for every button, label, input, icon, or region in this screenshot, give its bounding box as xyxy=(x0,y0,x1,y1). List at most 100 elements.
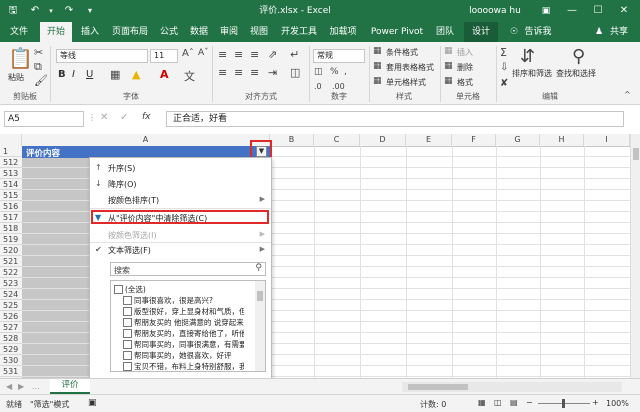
tab-file[interactable]: 文件 xyxy=(4,22,34,42)
maximize-button[interactable]: ☐ xyxy=(586,0,610,22)
phonetic-icon[interactable]: 文 xyxy=(184,68,195,84)
row-header[interactable]: 519 xyxy=(0,234,22,245)
tab-view[interactable]: 视图 xyxy=(246,22,272,42)
page-layout-view-icon[interactable]: ◫ xyxy=(494,398,502,407)
menu-sort-ascending[interactable]: 升序(S) xyxy=(108,163,135,174)
column-header-i[interactable]: I xyxy=(584,134,630,146)
wrap-text-icon[interactable]: ↵ xyxy=(290,48,299,61)
row-header[interactable]: 513 xyxy=(0,168,22,179)
filter-item-checkbox[interactable] xyxy=(123,296,132,305)
column-header-f[interactable]: F xyxy=(452,134,496,146)
horizontal-scroll-thumb[interactable] xyxy=(408,384,468,390)
cut-icon[interactable]: ✂ xyxy=(34,46,43,59)
format-painter-icon[interactable]: 🖌 xyxy=(34,74,48,87)
menu-text-filters[interactable]: 文本筛选(F) xyxy=(108,245,151,256)
column-header-h[interactable]: H xyxy=(540,134,584,146)
filter-item-checkbox[interactable] xyxy=(123,351,132,360)
row-header[interactable]: 527 xyxy=(0,322,22,333)
menu-sort-by-color[interactable]: 按颜色排序(T) xyxy=(108,195,159,206)
paste-label[interactable]: 粘贴 xyxy=(8,72,24,83)
filter-item-checkbox[interactable] xyxy=(114,285,123,294)
column-header-a[interactable]: A xyxy=(22,134,270,146)
comma-icon[interactable]: , xyxy=(344,67,347,77)
sort-filter-button[interactable]: 排序和筛选 xyxy=(512,68,552,79)
filter-search-input[interactable]: 搜索 ⚲ xyxy=(110,262,266,276)
row-header[interactable]: 524 xyxy=(0,289,22,300)
filter-item-checkbox[interactable] xyxy=(123,362,132,371)
tab-developer[interactable]: 开发工具 xyxy=(278,22,320,42)
vertical-scroll-thumb[interactable] xyxy=(633,148,639,160)
sheet-more-icon[interactable]: ... xyxy=(32,382,40,391)
clear-icon[interactable]: ✘ xyxy=(500,78,508,89)
macro-record-icon[interactable]: ▣ xyxy=(88,398,97,408)
align-bottom-icon[interactable]: ≡ xyxy=(250,48,259,61)
italic-button[interactable]: I xyxy=(72,69,75,80)
row-header[interactable]: 515 xyxy=(0,190,22,201)
filter-item-checkbox[interactable] xyxy=(123,329,132,338)
find-select-button[interactable]: 查找和选择 xyxy=(556,68,596,79)
filter-item-checkbox[interactable] xyxy=(123,340,132,349)
undo-icon[interactable]: ↶ xyxy=(28,0,42,22)
filter-item-label[interactable]: 帮同事买的，同事很满意，有需要 xyxy=(134,339,244,350)
tab-page-layout[interactable]: 页面布局 xyxy=(108,22,152,42)
filter-item-label[interactable]: 帮同事买的，她很喜欢，好评 xyxy=(134,350,244,361)
filter-item-checkbox[interactable] xyxy=(123,318,132,327)
zoom-slider-thumb[interactable] xyxy=(562,399,565,408)
sheet-tab-evaluation[interactable]: 评价 xyxy=(50,379,90,394)
tab-insert[interactable]: 插入 xyxy=(76,22,104,42)
row-header[interactable]: 526 xyxy=(0,311,22,322)
row-header[interactable]: 517 xyxy=(0,212,22,223)
row-header[interactable]: 521 xyxy=(0,256,22,267)
zoom-level[interactable]: 100% xyxy=(606,399,629,408)
undo-dropdown-icon[interactable]: ▾ xyxy=(46,0,56,22)
format-as-table-button[interactable]: 套用表格格式 xyxy=(386,62,434,73)
vertical-scrollbar[interactable] xyxy=(630,134,640,378)
redo-icon[interactable]: ↷ xyxy=(62,0,76,22)
column-header-d[interactable]: D xyxy=(360,134,406,146)
row-header[interactable]: 520 xyxy=(0,245,22,256)
tab-formulas[interactable]: 公式 xyxy=(156,22,182,42)
filter-item-label[interactable]: 帮朋友买的，直接寄给他了，听他 xyxy=(134,328,244,339)
formula-input[interactable]: 正合适，好看 xyxy=(166,111,624,127)
tab-data[interactable]: 数据 xyxy=(186,22,212,42)
underline-button[interactable]: U xyxy=(86,69,93,80)
font-name-box[interactable]: 等线 xyxy=(56,49,148,63)
indent-icon[interactable]: ⇥ xyxy=(268,66,277,79)
collapse-ribbon-icon[interactable]: ^ xyxy=(624,90,631,99)
filter-item-label[interactable]: (全选) xyxy=(125,284,245,295)
list-scrollbar[interactable] xyxy=(255,281,265,371)
delete-cells-button[interactable]: 删除 xyxy=(457,62,473,73)
grow-font-icon[interactable]: Aˆ xyxy=(182,48,194,59)
tab-home[interactable]: 开始 xyxy=(40,22,72,42)
row-header[interactable]: 514 xyxy=(0,179,22,190)
minimize-button[interactable]: — xyxy=(560,0,584,22)
row-header[interactable]: 525 xyxy=(0,300,22,311)
column-header-g[interactable]: G xyxy=(496,134,540,146)
filter-item-label[interactable]: 宝贝不错，布料上身特别舒服，我 xyxy=(134,361,244,372)
tab-power-pivot[interactable]: Power Pivot xyxy=(366,22,428,42)
bold-button[interactable]: B xyxy=(58,69,66,80)
filter-item-label[interactable]: 帮朋友买的 他挺满意的 说穿起来很 xyxy=(134,317,244,328)
cancel-entry-icon[interactable]: ✕ xyxy=(100,112,108,123)
copy-icon[interactable]: ⧉ xyxy=(34,60,42,74)
share-button[interactable]: 共享 xyxy=(604,22,634,42)
horizontal-scrollbar[interactable] xyxy=(402,382,622,392)
format-cells-button[interactable]: 格式 xyxy=(457,77,473,88)
number-format-box[interactable]: 常规 xyxy=(313,49,365,63)
customize-qat-icon[interactable]: ▾ xyxy=(84,0,96,22)
align-top-icon[interactable]: ≡ xyxy=(218,48,227,61)
row-header[interactable]: 528 xyxy=(0,333,22,344)
align-right-icon[interactable]: ≡ xyxy=(250,66,259,79)
row-header[interactable]: 529 xyxy=(0,344,22,355)
tell-me-search[interactable]: 告诉我 xyxy=(520,22,556,42)
zoom-in-icon[interactable]: + xyxy=(592,398,599,407)
tab-team[interactable]: 团队 xyxy=(432,22,458,42)
find-select-icon[interactable]: ⚲ xyxy=(572,46,585,67)
row-header[interactable]: 523 xyxy=(0,278,22,289)
prev-sheet-icon[interactable]: ◀ xyxy=(6,382,12,391)
insert-function-button[interactable]: fx xyxy=(142,112,151,122)
filter-item-label[interactable]: 版型很好，穿上显身材和气质，但 xyxy=(134,306,244,317)
save-icon[interactable]: 🖫 xyxy=(6,0,20,22)
conditional-format-button[interactable]: 条件格式 xyxy=(386,47,418,58)
select-all-corner[interactable] xyxy=(0,134,22,146)
